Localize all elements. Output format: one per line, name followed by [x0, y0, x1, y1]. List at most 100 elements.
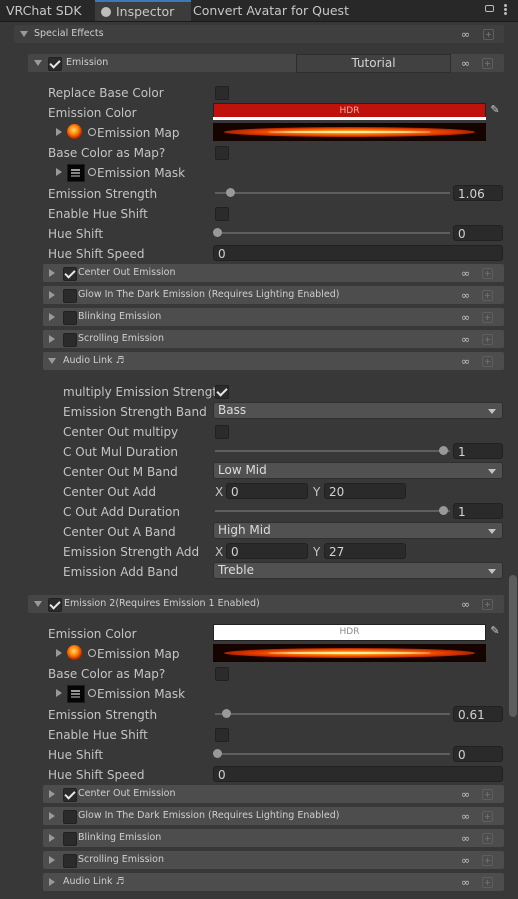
c-out-add-duration-field[interactable]: 1 — [453, 503, 503, 519]
add-icon[interactable] — [482, 58, 493, 69]
add-icon[interactable] — [483, 29, 494, 40]
emission-2-base-color-as-map-checkbox[interactable] — [215, 667, 229, 681]
hue-shift-field[interactable]: 0 — [453, 225, 503, 241]
emission-add-band-dropdown[interactable]: Treble — [213, 562, 503, 579]
emission-2-strength-slider-handle[interactable] — [222, 709, 231, 718]
scrolling-emission-2-header[interactable]: Scrolling Emission ∞ — [43, 851, 504, 869]
audio-link-header[interactable]: Audio Link ♬ ∞ — [43, 352, 504, 370]
emission-strength-band-dropdown[interactable]: Bass — [213, 402, 503, 419]
hue-shift-speed-field[interactable]: 0 — [213, 245, 503, 261]
blinking-emission-2-checkbox[interactable] — [63, 832, 77, 846]
emission-2-hue-shift-speed-field[interactable]: 0 — [213, 766, 503, 782]
kebab-menu-icon[interactable] — [504, 4, 507, 7]
expand-triangle-icon[interactable] — [56, 128, 62, 136]
link-icon[interactable]: ∞ — [461, 268, 473, 279]
glow-in-the-dark-emission-header[interactable]: Glow In The Dark Emission (Requires Ligh… — [43, 286, 504, 304]
expand-triangle-icon[interactable] — [56, 689, 62, 697]
add-icon[interactable] — [482, 811, 493, 822]
audio-link-2-header[interactable]: Audio Link ♬ ∞ — [43, 873, 504, 891]
emission-2-mask-thumbnail[interactable] — [67, 685, 85, 703]
emission-mask-thumbnail[interactable] — [67, 164, 85, 182]
scrolling-emission-checkbox[interactable] — [63, 333, 77, 347]
c-out-mul-duration-field[interactable]: 1 — [453, 443, 503, 459]
link-icon[interactable]: ∞ — [461, 290, 473, 301]
enable-hue-shift-checkbox[interactable] — [215, 207, 229, 221]
object-picker-icon[interactable] — [88, 168, 96, 176]
tutorial-button[interactable]: Tutorial — [296, 54, 451, 73]
link-icon[interactable]: ∞ — [461, 789, 473, 800]
add-icon[interactable] — [482, 356, 493, 367]
link-icon[interactable]: ∞ — [461, 312, 473, 323]
object-picker-icon[interactable] — [88, 689, 96, 697]
base-color-as-map-checkbox[interactable] — [215, 146, 229, 160]
link-icon[interactable]: ∞ — [461, 833, 473, 844]
emission-2-color-swatch[interactable]: HDR — [213, 624, 486, 641]
emission-2-checkbox[interactable] — [48, 598, 62, 612]
scrolling-emission-2-checkbox[interactable] — [63, 854, 77, 868]
add-icon[interactable] — [482, 290, 493, 301]
add-icon[interactable] — [482, 599, 493, 610]
link-icon[interactable]: ∞ — [461, 356, 473, 367]
add-icon[interactable] — [482, 833, 493, 844]
link-icon[interactable]: ∞ — [461, 29, 473, 40]
multiply-emission-strength-checkbox[interactable] — [215, 385, 229, 399]
replace-base-color-checkbox[interactable] — [215, 86, 229, 100]
emission-strength-field[interactable]: 1.06 — [453, 185, 503, 201]
link-icon[interactable]: ∞ — [461, 599, 473, 610]
blinking-emission-header[interactable]: Blinking Emission ∞ — [43, 308, 504, 326]
hue-shift-slider-handle[interactable] — [213, 228, 222, 237]
emission-header[interactable]: Emission Tutorial ∞ — [28, 54, 504, 73]
center-out-emission-2-checkbox[interactable] — [63, 788, 77, 802]
c-out-mul-duration-slider-track[interactable] — [215, 450, 450, 452]
scrolling-emission-header[interactable]: Scrolling Emission ∞ — [43, 330, 504, 348]
center-out-m-band-dropdown[interactable]: Low Mid — [213, 462, 503, 479]
link-icon[interactable]: ∞ — [461, 334, 473, 345]
emission-2-header[interactable]: Emission 2(Requires Emission 1 Enabled) … — [28, 595, 504, 613]
c-out-mul-duration-slider-handle[interactable] — [439, 446, 448, 455]
emission-map-thumbnail[interactable] — [67, 124, 82, 139]
lock-icon[interactable] — [485, 5, 494, 12]
emission-2-hue-shift-slider-track[interactable] — [215, 753, 450, 755]
blinking-emission-2-header[interactable]: Blinking Emission ∞ — [43, 829, 504, 847]
object-picker-icon[interactable] — [88, 649, 96, 657]
c-out-add-duration-slider-track[interactable] — [215, 510, 450, 512]
emission-strength-slider-handle[interactable] — [226, 188, 235, 197]
add-icon[interactable] — [482, 268, 493, 279]
hue-shift-slider-track[interactable] — [215, 232, 450, 234]
emission-2-strength-slider-track[interactable] — [215, 713, 450, 715]
c-out-add-duration-slider-handle[interactable] — [439, 506, 448, 515]
link-icon[interactable]: ∞ — [461, 855, 473, 866]
center-out-add-x-field[interactable]: 0 — [226, 483, 308, 499]
blinking-emission-checkbox[interactable] — [63, 311, 77, 325]
link-icon[interactable]: ∞ — [461, 811, 473, 822]
emission-2-strength-field[interactable]: 0.61 — [453, 706, 503, 722]
center-out-a-band-dropdown[interactable]: High Mid — [213, 522, 503, 539]
tab-vrchat-sdk[interactable]: VRChat SDK — [6, 0, 82, 21]
add-icon[interactable] — [482, 334, 493, 345]
add-icon[interactable] — [482, 855, 493, 866]
emission-2-enable-hue-shift-checkbox[interactable] — [215, 728, 229, 742]
center-out-multipy-checkbox[interactable] — [215, 425, 229, 439]
emission-checkbox[interactable] — [48, 57, 62, 71]
emission-2-map-thumbnail[interactable] — [67, 645, 82, 660]
emission-2-hue-shift-slider-handle[interactable] — [213, 749, 222, 758]
expand-triangle-icon[interactable] — [56, 649, 62, 657]
add-icon[interactable] — [482, 877, 493, 888]
emission-strength-add-x-field[interactable]: 0 — [226, 543, 308, 559]
center-out-add-y-field[interactable]: 20 — [324, 483, 406, 499]
link-icon[interactable]: ∞ — [461, 877, 473, 888]
link-icon[interactable]: ∞ — [461, 58, 473, 69]
add-icon[interactable] — [482, 789, 493, 800]
expand-triangle-icon[interactable] — [56, 168, 62, 176]
center-out-emission-header[interactable]: Center Out Emission ∞ — [43, 264, 504, 282]
tab-inspector[interactable]: Inspector — [95, 0, 191, 21]
tab-convert-avatar[interactable]: Convert Avatar for Quest — [193, 0, 349, 21]
eyedropper-icon[interactable]: ✎ — [488, 624, 502, 638]
emission-strength-slider-track[interactable] — [215, 192, 450, 194]
special-effects-header[interactable]: Special Effects ∞ — [14, 25, 504, 43]
eyedropper-icon[interactable]: ✎ — [488, 103, 502, 117]
vertical-scrollbar-thumb[interactable] — [509, 575, 517, 717]
add-icon[interactable] — [482, 312, 493, 323]
center-out-emission-2-header[interactable]: Center Out Emission ∞ — [43, 785, 504, 803]
glow-in-the-dark-checkbox[interactable] — [63, 289, 77, 303]
